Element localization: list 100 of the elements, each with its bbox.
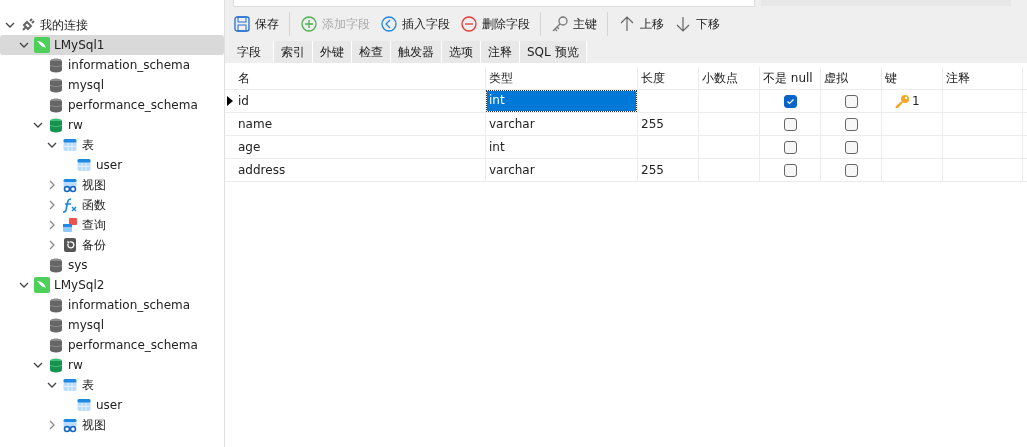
column-header[interactable]: 不是 null (760, 67, 821, 89)
arrow-up-icon (618, 15, 636, 33)
tree-item[interactable]: 表 (0, 375, 224, 395)
key-icon (894, 94, 910, 108)
column-header[interactable]: 注释 (943, 67, 1023, 89)
plus-icon (300, 15, 318, 33)
checkbox[interactable] (844, 163, 858, 177)
toolbar-button[interactable]: 插入字段 (376, 12, 454, 36)
save-icon (233, 15, 251, 33)
tree-item[interactable]: performance_schema (0, 335, 224, 355)
database-icon (48, 357, 64, 373)
tree-item[interactable]: 备份 (0, 235, 224, 255)
chevron-right-icon[interactable] (47, 180, 57, 190)
chevron-right-icon[interactable] (47, 200, 57, 210)
chevron-down-icon[interactable] (19, 280, 29, 290)
table-cell[interactable]: int (489, 140, 505, 154)
chevron-right-icon[interactable] (47, 240, 57, 250)
column-header[interactable]: 小数点 (699, 67, 760, 89)
tree-item[interactable]: LMySql2 (0, 275, 224, 295)
function-icon (62, 197, 78, 213)
table-cell: age (238, 140, 261, 154)
column-header[interactable]: 虚拟 (821, 67, 882, 89)
table-row[interactable]: address varchar 255 (225, 159, 1027, 182)
toolbar-button[interactable]: 删除字段 (456, 12, 534, 36)
minus-icon (460, 15, 478, 33)
tree-item[interactable]: 我的连接 (0, 15, 224, 35)
tree-item[interactable]: user (0, 395, 224, 415)
chevron-down-icon[interactable] (47, 380, 57, 390)
column-header[interactable]: 名 (235, 67, 486, 89)
toolbar-button[interactable]: 下移 (670, 12, 724, 36)
glasses-icon (62, 417, 78, 433)
chevron-down-icon[interactable] (5, 20, 15, 30)
tree-item[interactable]: rw (0, 355, 224, 375)
table-cell[interactable]: varchar (489, 163, 535, 177)
table-cell[interactable]: varchar (489, 117, 535, 131)
column-header[interactable]: 长度 (638, 67, 699, 89)
table-cell: 255 (641, 117, 664, 131)
toolbar-button[interactable]: 保存 (229, 12, 283, 36)
tree-item[interactable]: LMySql1 (0, 35, 224, 55)
glasses-icon (62, 177, 78, 193)
query-icon (62, 217, 78, 233)
tree-item[interactable]: 函数 (0, 195, 224, 215)
table-cell: address (238, 163, 286, 177)
chevron-down-icon[interactable] (33, 360, 43, 370)
toolbar-button[interactable]: 主键 (547, 12, 601, 36)
tree-item[interactable]: sys (0, 255, 224, 275)
table-icon (76, 157, 92, 173)
database-icon (48, 117, 64, 133)
tree-item[interactable]: rw (0, 115, 224, 135)
key-icon (551, 15, 569, 33)
tree-item[interactable]: 查询 (0, 215, 224, 235)
table-row[interactable]: name varchar 255 (225, 113, 1027, 136)
tab[interactable]: 选项 (442, 41, 481, 63)
chevron-right-icon[interactable] (47, 420, 57, 430)
table-cell: name (238, 117, 273, 131)
table-cell: 1 (912, 94, 920, 108)
chevron-down-icon[interactable] (19, 40, 29, 50)
tab[interactable]: 触发器 (391, 41, 442, 63)
plug-icon (20, 17, 36, 33)
database-icon (48, 97, 64, 113)
database-icon (48, 297, 64, 313)
table-icon (76, 397, 92, 413)
table-cell[interactable]: int (487, 91, 636, 111)
arrow-down-icon (674, 15, 692, 33)
checkbox[interactable] (783, 117, 797, 131)
toolbar-button[interactable]: 上移 (614, 12, 668, 36)
arrow-left-icon (380, 15, 398, 33)
tab[interactable]: 索引 (274, 41, 313, 63)
tree-item[interactable]: user (0, 155, 224, 175)
checkbox[interactable] (844, 140, 858, 154)
tab[interactable]: 外键 (313, 41, 352, 63)
checkbox[interactable] (844, 117, 858, 131)
tree-item[interactable]: information_schema (0, 55, 224, 75)
tab[interactable]: SQL 预览 (520, 41, 587, 63)
tree-item[interactable]: mysql (0, 315, 224, 335)
tab[interactable]: 检查 (352, 41, 391, 63)
tree-item[interactable]: information_schema (0, 295, 224, 315)
chevron-down-icon[interactable] (33, 120, 43, 130)
chevron-down-icon[interactable] (47, 140, 57, 150)
column-header[interactable]: 类型 (486, 67, 638, 89)
checkbox[interactable] (783, 94, 797, 108)
checkbox[interactable] (783, 163, 797, 177)
tree-item[interactable]: 视图 (0, 415, 224, 435)
column-header[interactable]: 键 (882, 67, 943, 89)
database-icon (48, 57, 64, 73)
database-icon (48, 77, 64, 93)
checkbox[interactable] (783, 140, 797, 154)
tab[interactable]: 注释 (481, 41, 520, 63)
table-cell: 255 (641, 163, 664, 177)
tree-item[interactable]: performance_schema (0, 95, 224, 115)
tree-item[interactable]: 视图 (0, 175, 224, 195)
table-icon (62, 137, 78, 153)
tree-item[interactable]: mysql (0, 75, 224, 95)
table-cell: id (238, 94, 249, 108)
table-row[interactable]: id int 1 (225, 90, 1027, 113)
table-row[interactable]: age int (225, 136, 1027, 159)
database-icon (48, 317, 64, 333)
chevron-right-icon[interactable] (47, 220, 57, 230)
tree-item[interactable]: 表 (0, 135, 224, 155)
checkbox[interactable] (844, 94, 858, 108)
